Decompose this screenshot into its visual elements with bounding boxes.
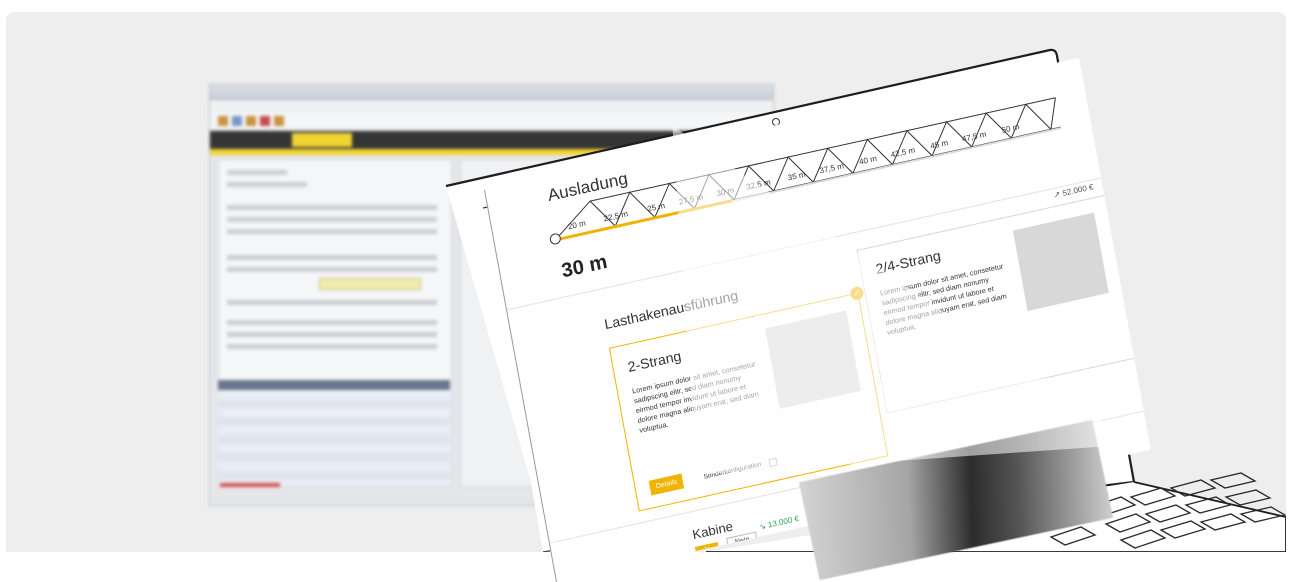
details-button[interactable]: Details: [648, 473, 685, 496]
sonderkonfiguration-label: Sonderkonfiguration: [703, 461, 762, 481]
option-card-2-4-strang[interactable]: ↗ 52.000 € 2/4-Strang Lorem ipsum dolor …: [856, 182, 1137, 414]
kabine-price-value: 13.000 €: [767, 513, 800, 530]
kabine-price: ↘ 13.000 €: [758, 514, 799, 532]
sonderkonfiguration-checkbox[interactable]: [768, 457, 778, 468]
trend-down-icon: ↘: [758, 521, 767, 532]
option-title: 2-Strang: [626, 347, 683, 375]
trend-up-icon: ↗: [1052, 189, 1062, 200]
option-description: Lorem ipsum dolor sit amet, consetetur s…: [879, 261, 1008, 337]
option-price: ↗ 52.000 €: [1053, 182, 1094, 200]
option-image-placeholder: [1012, 212, 1109, 311]
ausladung-value: 30 m: [559, 250, 609, 283]
option-image-placeholder: [764, 310, 861, 409]
option-description: Lorem ipsum dolor sit amet, consetetur s…: [631, 359, 760, 435]
option-title: 2/4-Strang: [874, 246, 942, 278]
